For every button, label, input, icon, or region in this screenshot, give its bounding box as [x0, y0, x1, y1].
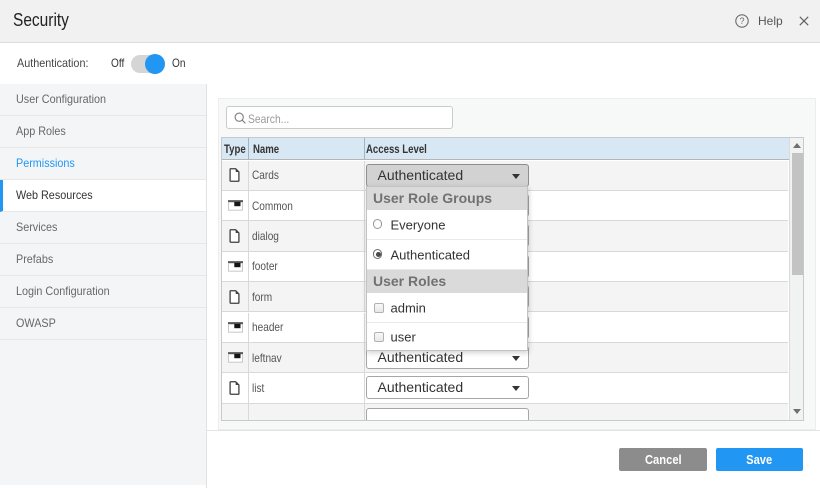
svg-text:?: ? — [739, 16, 744, 26]
